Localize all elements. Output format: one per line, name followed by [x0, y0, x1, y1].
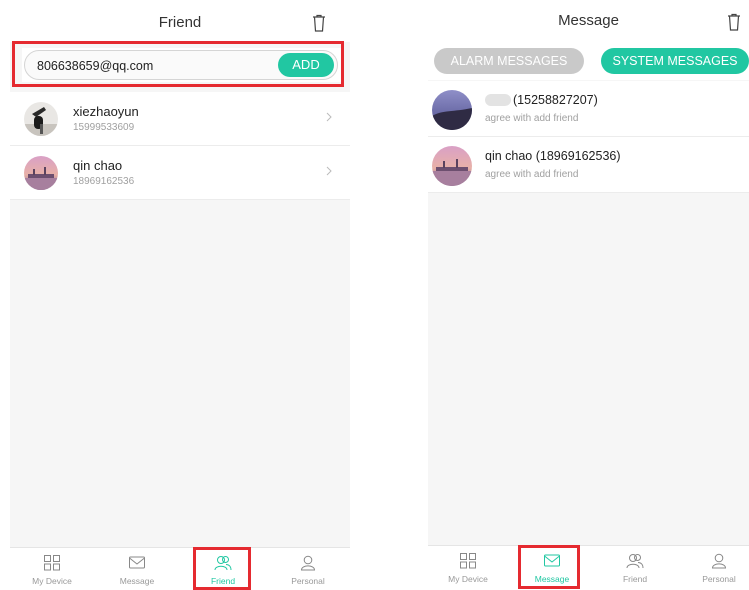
person-icon	[300, 555, 316, 571]
avatar	[24, 156, 58, 190]
nav-label: My Device	[32, 576, 72, 586]
friend-list: xiezhaoyun 15999533609 qin chao 18969162…	[10, 92, 350, 200]
avatar	[24, 102, 58, 136]
nav-label: Message	[119, 576, 155, 586]
page-title: Friend	[158, 14, 202, 31]
search-bar: ADD	[22, 48, 342, 82]
grid-icon	[44, 555, 60, 571]
message-header: Message ALARM MESSAGES SYSTEM MESSAGES	[428, 0, 749, 80]
nav-label: Friend	[210, 576, 236, 586]
chevron-right-icon	[326, 112, 332, 122]
message-text: agree with add friend	[485, 113, 579, 124]
nav-personal[interactable]: Personal	[679, 546, 749, 588]
message-sender: (15258827207)	[485, 93, 598, 107]
message-text: agree with add friend	[485, 169, 579, 180]
nav-my-device[interactable]: My Device	[12, 548, 92, 590]
message-sender: qin chao (18969162536)	[485, 149, 621, 163]
search-field: ADD	[24, 50, 338, 80]
nav-label: Message	[534, 574, 570, 584]
bottom-nav: My Device Message Friend Personal	[10, 547, 350, 590]
nav-friend[interactable]: Friend	[183, 548, 263, 590]
friend-name: qin chao	[73, 158, 123, 173]
chevron-right-icon	[326, 166, 332, 176]
redacted-name	[485, 94, 511, 106]
nav-personal[interactable]: Personal	[268, 548, 348, 590]
list-item[interactable]: xiezhaoyun 15999533609	[10, 92, 350, 146]
friend-search-input[interactable]	[35, 56, 269, 76]
trash-icon[interactable]	[727, 13, 741, 31]
envelope-icon	[129, 556, 145, 569]
nav-label: My Device	[448, 574, 488, 584]
person-icon	[711, 553, 727, 569]
avatar	[432, 146, 472, 186]
bottom-nav: My Device Message Friend Personal	[428, 545, 749, 590]
nav-label: Personal	[291, 576, 325, 586]
friend-screen: Friend ADD xiezhaoyun 15999533609	[10, 0, 350, 590]
grid-icon	[460, 553, 476, 569]
friend-phone: 18969162536	[73, 176, 135, 187]
nav-message[interactable]: Message	[97, 548, 177, 590]
tab-system-messages[interactable]: SYSTEM MESSAGES	[601, 48, 749, 74]
nav-my-device[interactable]: My Device	[428, 546, 508, 588]
friend-header: Friend	[10, 0, 350, 42]
friends-icon	[214, 556, 232, 571]
message-screen: Message ALARM MESSAGES SYSTEM MESSAGES (…	[428, 0, 749, 590]
friends-icon	[626, 554, 644, 569]
trash-icon[interactable]	[312, 14, 326, 32]
add-friend-button[interactable]: ADD	[278, 53, 334, 77]
nav-friend[interactable]: Friend	[595, 546, 675, 588]
list-item[interactable]: qin chao 18969162536	[10, 146, 350, 200]
page-title: Message	[558, 12, 619, 29]
avatar	[432, 90, 472, 130]
list-item[interactable]: (15258827207) agree with add friend	[428, 81, 749, 137]
message-list: (15258827207) agree with add friend qin …	[428, 81, 749, 193]
tab-alarm-messages[interactable]: ALARM MESSAGES	[434, 48, 584, 74]
nav-label: Personal	[702, 574, 736, 584]
nav-message[interactable]: Message	[512, 546, 592, 588]
nav-label: Friend	[622, 574, 648, 584]
list-item[interactable]: qin chao (18969162536) agree with add fr…	[428, 137, 749, 193]
friend-phone: 15999533609	[73, 122, 135, 133]
friend-name: xiezhaoyun	[73, 104, 139, 119]
envelope-icon	[544, 554, 560, 567]
